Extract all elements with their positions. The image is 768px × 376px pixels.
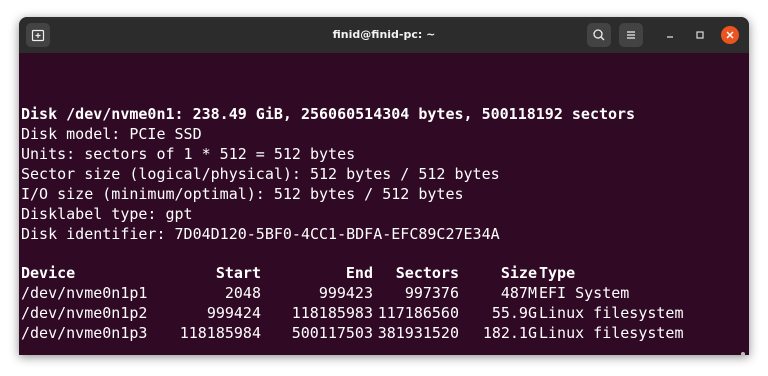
terminal-output[interactable]: Disk /dev/nvme0n1: 238.49 GiB, 256060514… <box>19 53 749 355</box>
size-cell: 55.9G <box>491 304 537 322</box>
column-header-size: Size <box>500 264 537 282</box>
terminal-window: finid@finid-pc: ~ Disk /dev/nvme0n1: 238… <box>19 17 749 355</box>
io-size-line: I/O size (minimum/optimal): 512 bytes / … <box>21 185 464 203</box>
minimize-button[interactable] <box>661 26 679 44</box>
disk-header-line: Disk /dev/nvme0n1: 238.49 GiB, 256060514… <box>21 105 636 123</box>
table-row: /dev/nvme0n1p3 118185984 500117503 38193… <box>21 323 741 343</box>
search-button[interactable] <box>587 23 611 47</box>
type-cell: EFI System <box>539 284 630 302</box>
disk-model-line: Disk model: PCIe SSD <box>21 125 202 143</box>
disklabel-type-line: Disklabel type: gpt <box>21 205 193 223</box>
table-row: /dev/nvme0n1p2 999424 118185983 11718656… <box>21 303 741 323</box>
disk-identifier-line: Disk identifier: 7D04D120-5BF0-4CC1-BDFA… <box>21 225 500 243</box>
menu-button[interactable] <box>619 23 643 47</box>
scrollbar-thumb[interactable] <box>741 352 745 355</box>
units-line: Units: sectors of 1 * 512 = 512 bytes <box>21 145 356 163</box>
title-bar[interactable]: finid@finid-pc: ~ <box>19 17 749 53</box>
maximize-button[interactable] <box>691 26 709 44</box>
column-header-type: Type <box>539 264 576 282</box>
size-cell: 487M <box>500 284 537 302</box>
type-cell: Linux filesystem <box>539 304 684 322</box>
sector-size-line: Sector size (logical/physical): 512 byte… <box>21 165 500 183</box>
type-cell: Linux filesystem <box>539 324 684 342</box>
partition-table-header: Device Start End Sectors Size Type <box>21 263 741 283</box>
size-cell: 182.1G <box>482 324 537 342</box>
table-row: /dev/nvme0n1p1 2048 999423 997376 487M E… <box>21 283 741 303</box>
close-button[interactable] <box>721 26 739 44</box>
